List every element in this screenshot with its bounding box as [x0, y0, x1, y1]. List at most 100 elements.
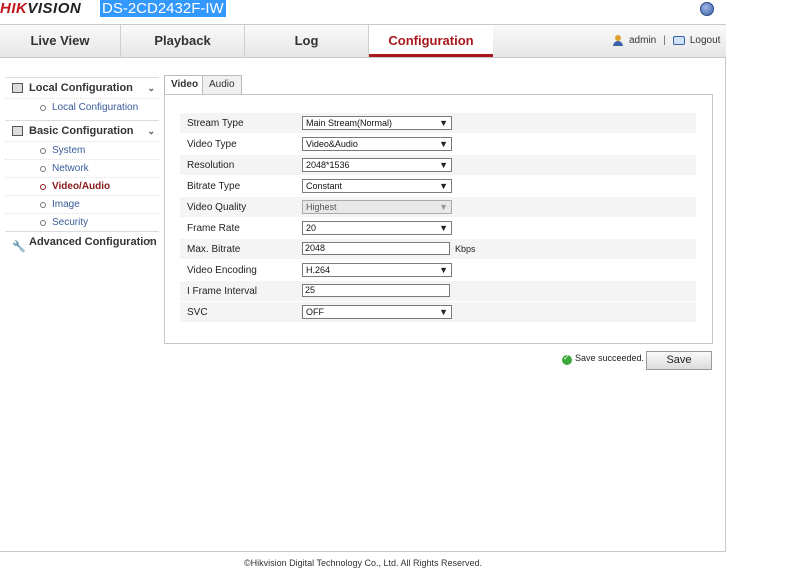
- sidebar-group-basic[interactable]: Basic Configuration ⌄: [5, 120, 159, 141]
- bullet-icon: [40, 105, 46, 111]
- select-value: 20: [306, 223, 317, 233]
- row-video-encoding: Video Encoding H.264 ▼: [180, 260, 696, 281]
- dropdown-arrow-icon: ▼: [439, 265, 448, 275]
- sidebar-item-image[interactable]: Image: [5, 195, 159, 213]
- save-status: Save succeeded.: [575, 353, 645, 363]
- dropdown-arrow-icon: ▼: [439, 139, 448, 149]
- divider: |: [663, 35, 666, 46]
- tab-configuration[interactable]: Configuration: [369, 25, 493, 57]
- bullet-icon: [40, 202, 46, 208]
- tab-audio[interactable]: Audio: [202, 75, 242, 95]
- sidebar: Local Configuration ⌄ Local Configuratio…: [5, 77, 159, 253]
- field-label: Bitrate Type: [187, 181, 241, 192]
- field-label: Video Encoding: [187, 265, 257, 276]
- row-max-bitrate: Max. Bitrate 2048 Kbps: [180, 239, 696, 260]
- dropdown-arrow-icon: ▼: [439, 160, 448, 170]
- field-label: Resolution: [187, 160, 235, 171]
- sidebar-item-security[interactable]: Security: [5, 213, 159, 231]
- dropdown-arrow-icon: ▼: [439, 181, 448, 191]
- field-label: Stream Type: [187, 118, 244, 129]
- select-value: Highest: [306, 202, 337, 212]
- field-label: I Frame Interval: [187, 286, 258, 297]
- video-encoding-select[interactable]: H.264 ▼: [302, 263, 452, 277]
- sidebar-item-video-audio[interactable]: Video/Audio: [5, 177, 159, 195]
- row-video-type: Video Type Video&Audio ▼: [180, 134, 696, 155]
- row-bitrate-type: Bitrate Type Constant ▼: [180, 176, 696, 197]
- field-label: SVC: [187, 307, 208, 318]
- bullet-icon: [40, 184, 46, 190]
- tab-live-view[interactable]: Live View: [0, 25, 121, 57]
- bullet-icon: [40, 148, 46, 154]
- bitrate-unit: Kbps: [455, 244, 476, 254]
- username: admin: [629, 35, 657, 46]
- logout-icon[interactable]: [672, 36, 685, 45]
- bullet-icon: [40, 220, 46, 226]
- chevron-up-icon[interactable]: ˄: [148, 232, 153, 253]
- sidebar-item-local-configuration[interactable]: Local Configuration: [5, 98, 159, 116]
- dropdown-arrow-icon: ▼: [439, 223, 448, 233]
- chevron-down-icon[interactable]: ⌄: [147, 78, 155, 99]
- bitrate-type-select[interactable]: Constant ▼: [302, 179, 452, 193]
- bullet-icon: [40, 166, 46, 172]
- field-label: Video Quality: [187, 202, 247, 213]
- logo-text-dark: VISION: [27, 0, 82, 17]
- sidebar-item-label: Security: [52, 217, 89, 228]
- max-bitrate-input[interactable]: 2048: [302, 242, 450, 255]
- tab-playback[interactable]: Playback: [121, 25, 245, 57]
- row-frame-rate: Frame Rate 20 ▼: [180, 218, 696, 239]
- top-bar: HIKVISION DS-2CD2432F-IW: [0, 0, 793, 22]
- sidebar-group-advanced[interactable]: 🔧 Advanced Configuration ˄: [5, 231, 159, 253]
- select-value: Constant: [306, 181, 343, 191]
- success-check-icon: [562, 353, 572, 365]
- copyright-footer: ©Hikvision Digital Technology Co., Ltd. …: [243, 558, 483, 568]
- help-globe-icon[interactable]: [700, 2, 714, 16]
- sidebar-group-label: Basic Configuration: [29, 125, 134, 137]
- basic-config-icon: [12, 126, 23, 136]
- chevron-down-icon[interactable]: ⌄: [147, 121, 155, 142]
- dropdown-arrow-icon: ▼: [439, 307, 448, 317]
- frame-rate-select[interactable]: 20 ▼: [302, 221, 452, 235]
- row-resolution: Resolution 2048*1536 ▼: [180, 155, 696, 176]
- sidebar-group-local[interactable]: Local Configuration ⌄: [5, 77, 159, 98]
- row-svc: SVC OFF ▼: [180, 302, 696, 323]
- logo-text-red: HIK: [0, 0, 28, 17]
- i-frame-interval-input[interactable]: 25: [302, 284, 450, 297]
- field-label: Video Type: [187, 139, 237, 150]
- sidebar-group-label: Local Configuration: [29, 82, 133, 94]
- row-stream-type: Stream Type Main Stream(Normal) ▼: [180, 113, 696, 134]
- field-label: Max. Bitrate: [187, 244, 241, 255]
- sidebar-item-network[interactable]: Network: [5, 159, 159, 177]
- sidebar-item-label: Local Configuration: [52, 102, 139, 113]
- save-button[interactable]: Save: [646, 351, 712, 370]
- sidebar-item-label: Video/Audio: [52, 181, 111, 192]
- field-label: Frame Rate: [187, 223, 240, 234]
- resolution-select[interactable]: 2048*1536 ▼: [302, 158, 452, 172]
- user-icon: [613, 35, 623, 46]
- sidebar-item-system[interactable]: System: [5, 141, 159, 159]
- tab-video[interactable]: Video: [164, 75, 206, 95]
- select-value: Video&Audio: [306, 139, 358, 149]
- video-quality-select: Highest ▼: [302, 200, 452, 214]
- stream-type-select[interactable]: Main Stream(Normal) ▼: [302, 116, 452, 130]
- video-type-select[interactable]: Video&Audio ▼: [302, 137, 452, 151]
- device-model: DS-2CD2432F-IW: [100, 0, 226, 17]
- sidebar-group-label: Advanced Configuration: [29, 236, 157, 248]
- main-nav: Live View Playback Log Configuration adm…: [0, 24, 726, 58]
- dropdown-arrow-icon: ▼: [439, 202, 448, 212]
- select-value: 2048*1536: [306, 160, 350, 170]
- select-value: H.264: [306, 265, 331, 275]
- svc-select[interactable]: OFF ▼: [302, 305, 452, 319]
- brand-logo: HIKVISION: [0, 0, 81, 18]
- sidebar-item-label: Image: [52, 199, 80, 210]
- user-area: admin | Logout: [613, 35, 720, 46]
- row-i-frame-interval: I Frame Interval 25: [180, 281, 696, 302]
- local-config-icon: [12, 83, 23, 93]
- wrench-icon: 🔧: [12, 241, 26, 253]
- tab-log[interactable]: Log: [245, 25, 369, 57]
- row-video-quality: Video Quality Highest ▼: [180, 197, 696, 218]
- select-value: OFF: [306, 307, 324, 317]
- sidebar-item-label: Network: [52, 163, 89, 174]
- sidebar-item-label: System: [52, 145, 86, 156]
- logout-link[interactable]: Logout: [690, 35, 721, 46]
- select-value: Main Stream(Normal): [306, 118, 393, 128]
